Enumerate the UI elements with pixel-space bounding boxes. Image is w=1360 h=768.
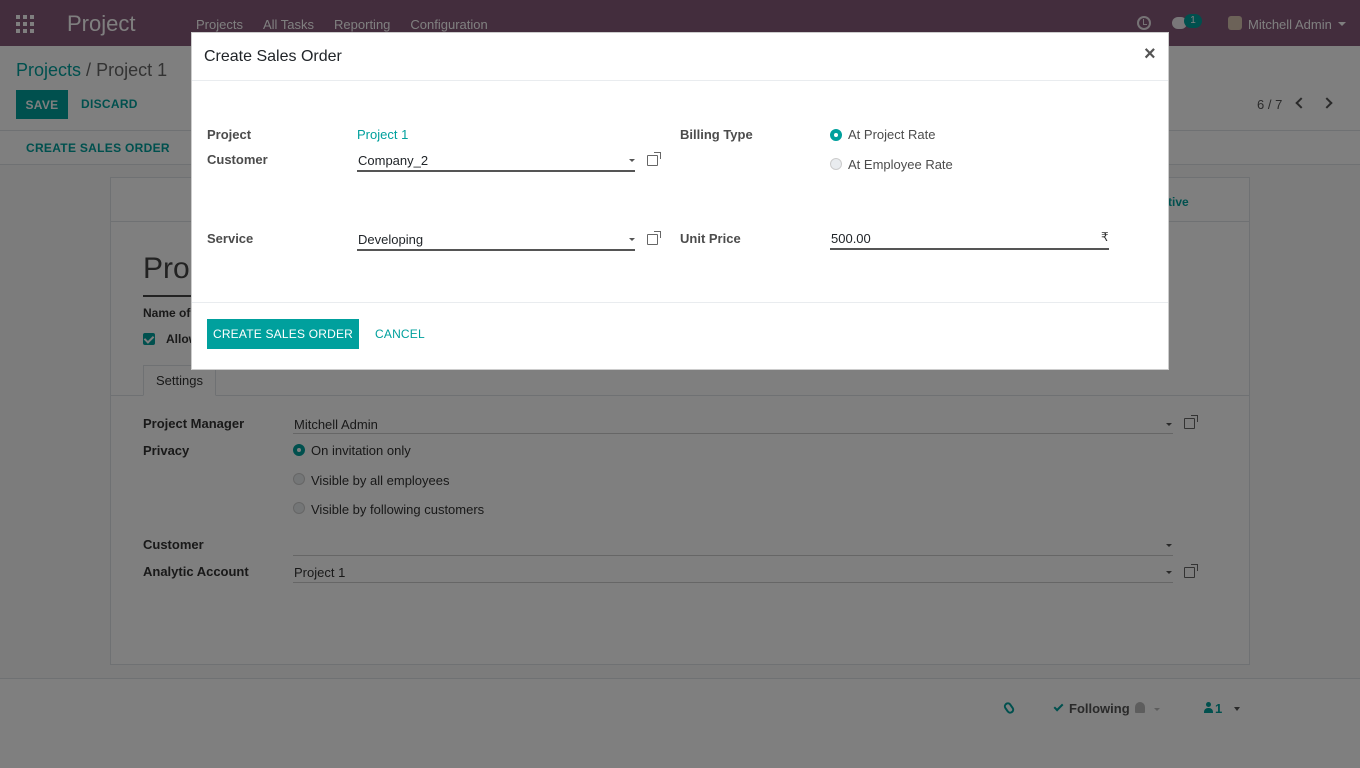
dialog-customer-field[interactable]: Company_2 [358, 153, 428, 168]
currency-symbol: ₹ [1101, 230, 1109, 244]
dialog-customer-dropdown-icon[interactable] [629, 159, 635, 162]
dialog-service-label: Service [207, 231, 254, 246]
dialog-customer-label: Customer [207, 152, 268, 167]
dialog-service-field[interactable]: Developing [358, 232, 423, 247]
create-sales-order-button[interactable]: CREATE SALES ORDER [207, 319, 359, 349]
billing-radio-project-rate[interactable] [830, 129, 842, 141]
dialog-service-external-link-icon[interactable] [647, 231, 661, 245]
billing-option-employee-rate[interactable]: At Employee Rate [848, 157, 953, 172]
dialog-project-label: Project [207, 127, 252, 142]
dialog-title: Create Sales Order [204, 48, 342, 65]
dialog-unit-price-underline [830, 248, 1109, 250]
dialog-service-underline [357, 249, 635, 251]
dialog-unit-price-label: Unit Price [680, 231, 741, 246]
dialog-header-divider [192, 80, 1168, 81]
dialog-unit-price-field[interactable]: 500.00 [831, 231, 871, 246]
billing-radio-employee-rate[interactable] [830, 158, 842, 170]
dialog-customer-external-link-icon[interactable] [647, 152, 661, 166]
dialog-footer-divider [192, 302, 1168, 303]
create-sales-order-dialog: Create Sales Order × Project Project 1 C… [191, 32, 1169, 370]
dialog-service-dropdown-icon[interactable] [629, 238, 635, 241]
close-icon[interactable]: × [1144, 44, 1156, 64]
dialog-customer-underline [357, 170, 635, 172]
dialog-billing-type-label: Billing Type [680, 127, 753, 142]
billing-option-project-rate[interactable]: At Project Rate [848, 127, 935, 142]
cancel-button[interactable]: CANCEL [375, 327, 425, 341]
dialog-project-link[interactable]: Project 1 [357, 127, 408, 142]
